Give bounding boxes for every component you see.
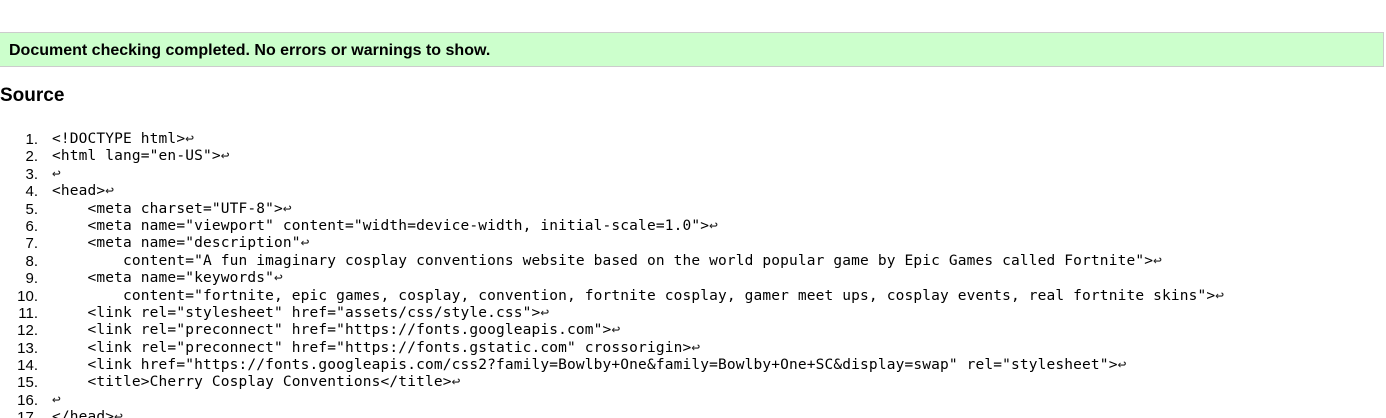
line-code: ↩ bbox=[52, 166, 61, 183]
line-end-icon: ↩ bbox=[114, 409, 124, 418]
line-code: <head>↩ bbox=[52, 183, 114, 200]
validation-status-message: Document checking completed. No errors o… bbox=[9, 42, 491, 59]
line-end-icon: ↩ bbox=[611, 322, 621, 339]
line-code-text: <head> bbox=[52, 183, 106, 200]
line-end-icon: ↩ bbox=[52, 391, 61, 408]
line-code: <meta name="description"↩ bbox=[52, 235, 310, 252]
line-number: 15. bbox=[17, 374, 38, 392]
line-end-icon: ↩ bbox=[52, 165, 61, 182]
line-number: 6. bbox=[25, 217, 38, 235]
line-number: 3. bbox=[25, 165, 38, 183]
line-code: <link rel="preconnect" href="https://fon… bbox=[52, 322, 621, 339]
line-code: </head>↩ bbox=[52, 409, 123, 418]
line-code-text: content="fortnite, epic games, cosplay, … bbox=[52, 287, 1216, 304]
line-number: 8. bbox=[25, 252, 38, 270]
line-code-text: <link rel="preconnect" href="https://fon… bbox=[52, 339, 692, 356]
line-code: <link href="https://fonts.googleapis.com… bbox=[52, 357, 1127, 374]
line-code: <!DOCTYPE html>↩ bbox=[52, 131, 194, 148]
line-end-icon: ↩ bbox=[540, 304, 550, 321]
line-number: 17. bbox=[17, 409, 38, 418]
line-code-text: <meta name="keywords" bbox=[52, 270, 274, 287]
line-end-icon: ↩ bbox=[185, 131, 195, 147]
line-code-text: content="A fun imaginary cosplay convent… bbox=[52, 252, 1154, 269]
line-number: 4. bbox=[25, 183, 38, 201]
validation-status-banner: Document checking completed. No errors o… bbox=[0, 32, 1384, 67]
line-code-text: <link rel="stylesheet" href="assets/css/… bbox=[52, 304, 541, 321]
line-code-text: <meta name="description" bbox=[52, 235, 301, 252]
line-number: 10. bbox=[17, 287, 38, 305]
line-number: 16. bbox=[17, 391, 38, 409]
line-code-text: <link rel="preconnect" href="https://fon… bbox=[52, 322, 612, 339]
line-code: <link rel="stylesheet" href="assets/css/… bbox=[52, 304, 550, 322]
line-number: 13. bbox=[17, 339, 38, 357]
line-number: 9. bbox=[25, 270, 38, 288]
line-end-icon: ↩ bbox=[274, 270, 283, 287]
line-number: 2. bbox=[25, 148, 38, 166]
line-number: 14. bbox=[17, 357, 38, 375]
line-number: 1. bbox=[25, 131, 38, 148]
line-number: 5. bbox=[25, 200, 38, 218]
line-code-text: <meta name="viewport" content="width=dev… bbox=[52, 217, 710, 234]
line-code: <link rel="preconnect" href="https://fon… bbox=[52, 339, 701, 357]
line-code: <meta name="viewport" content="width=dev… bbox=[52, 218, 718, 235]
line-end-icon: ↩ bbox=[691, 339, 701, 356]
line-end-icon: ↩ bbox=[1153, 252, 1162, 269]
line-code-text: <html lang="en-US"> bbox=[52, 148, 221, 165]
line-code-text: <link href="https://fonts.googleapis.com… bbox=[52, 357, 1118, 374]
line-code-text: <meta charset="UTF-8"> bbox=[52, 200, 283, 217]
line-code-text: </head> bbox=[52, 409, 115, 418]
line-end-icon: ↩ bbox=[300, 235, 310, 252]
line-code: <meta charset="UTF-8">↩ bbox=[52, 201, 292, 218]
line-code: <title>Cherry Cosplay Conventions</title… bbox=[52, 374, 461, 391]
line-end-icon: ↩ bbox=[282, 200, 292, 217]
source-heading: Source bbox=[0, 85, 65, 106]
line-code: content="fortnite, epic games, cosplay, … bbox=[52, 288, 1224, 305]
line-end-icon: ↩ bbox=[220, 148, 230, 165]
line-code-text: <!DOCTYPE html> bbox=[52, 131, 186, 147]
line-end-icon: ↩ bbox=[709, 217, 718, 234]
line-code: content="A fun imaginary cosplay convent… bbox=[52, 253, 1162, 270]
line-number: 12. bbox=[17, 322, 38, 340]
line-code: ↩ bbox=[52, 392, 61, 409]
line-code: <html lang="en-US">↩ bbox=[52, 148, 230, 165]
line-code-text: <title>Cherry Cosplay Conventions</title… bbox=[52, 374, 452, 391]
line-end-icon: ↩ bbox=[451, 374, 461, 391]
line-end-icon: ↩ bbox=[105, 183, 115, 200]
line-number: 7. bbox=[25, 235, 38, 253]
line-end-icon: ↩ bbox=[1215, 287, 1225, 304]
line-number: 11. bbox=[18, 304, 38, 322]
line-end-icon: ↩ bbox=[1117, 357, 1127, 374]
line-code: <meta name="keywords"↩ bbox=[52, 270, 283, 287]
